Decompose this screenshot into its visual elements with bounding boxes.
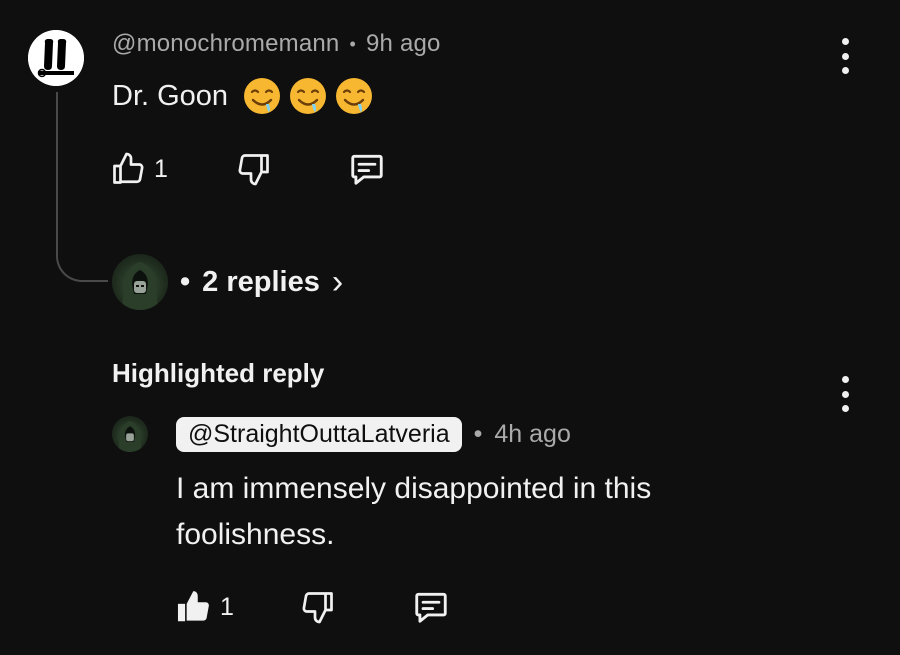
replies-separator: • — [180, 265, 191, 298]
comment-text: Dr. Goon — [112, 79, 229, 112]
like-button[interactable]: 1 — [110, 151, 168, 187]
highlighted-reply-heading: Highlighted reply — [112, 358, 325, 388]
comment-thread: @monochromemann • 9h ago Dr. Goon 1 • 2 … — [0, 0, 900, 655]
thumbs-up-filled-icon — [177, 591, 209, 622]
replier-avatar — [112, 254, 168, 310]
channel-logo-icon — [28, 30, 84, 86]
dislike-button[interactable] — [236, 151, 272, 187]
thumbs-down-outline-icon — [238, 154, 269, 186]
reply-meta: @StraightOuttaLatveria • 4h ago — [176, 417, 571, 452]
reply-comment-icon — [351, 154, 383, 185]
reply-author-avatar[interactable] — [112, 416, 148, 452]
emoji-group — [242, 76, 374, 116]
thumbs-up-outline-icon — [113, 152, 144, 184]
meta-separator: • — [349, 33, 356, 54]
replies-count-label: 2 replies — [202, 265, 320, 298]
reply-like-button[interactable]: 1 — [174, 588, 234, 626]
drooling-face-icon — [336, 78, 373, 114]
reply-actions: 1 — [174, 588, 450, 626]
reply-more-options-button[interactable] — [835, 376, 855, 412]
reply-button[interactable] — [348, 150, 386, 188]
drooling-face-icon — [244, 78, 281, 114]
chevron-right-icon: › — [331, 262, 344, 301]
reply-timestamp[interactable]: 4h ago — [494, 420, 570, 449]
reply-reply-button[interactable] — [412, 588, 450, 626]
comment-meta: @monochromemann • 9h ago — [112, 30, 441, 58]
comment-more-options-button[interactable] — [835, 38, 855, 74]
thread-connector-line — [56, 92, 108, 282]
reply-text: I am immensely disappointed in this fool… — [176, 472, 652, 551]
drooling-face-icon — [290, 78, 327, 114]
reply-like-count: 1 — [220, 592, 234, 621]
reply-author-handle-chip[interactable]: @StraightOuttaLatveria — [176, 417, 462, 452]
hooded-figure-icon — [118, 421, 142, 452]
like-count: 1 — [154, 154, 168, 183]
reply-comment-icon — [415, 592, 447, 623]
reply-dislike-button[interactable] — [300, 589, 336, 625]
comment-author-handle[interactable]: @monochromemann — [112, 30, 339, 58]
comment-timestamp[interactable]: 9h ago — [366, 30, 441, 58]
view-replies-button[interactable]: • 2 replies › — [112, 254, 343, 310]
replies-link[interactable]: • 2 replies › — [180, 263, 343, 302]
meta-separator: • — [473, 420, 483, 448]
avatar[interactable] — [28, 30, 84, 86]
thumbs-down-outline-icon — [302, 592, 333, 624]
comment-actions: 1 — [110, 150, 386, 188]
comment-body: Dr. Goon — [112, 76, 374, 116]
hooded-figure-icon — [122, 262, 158, 310]
